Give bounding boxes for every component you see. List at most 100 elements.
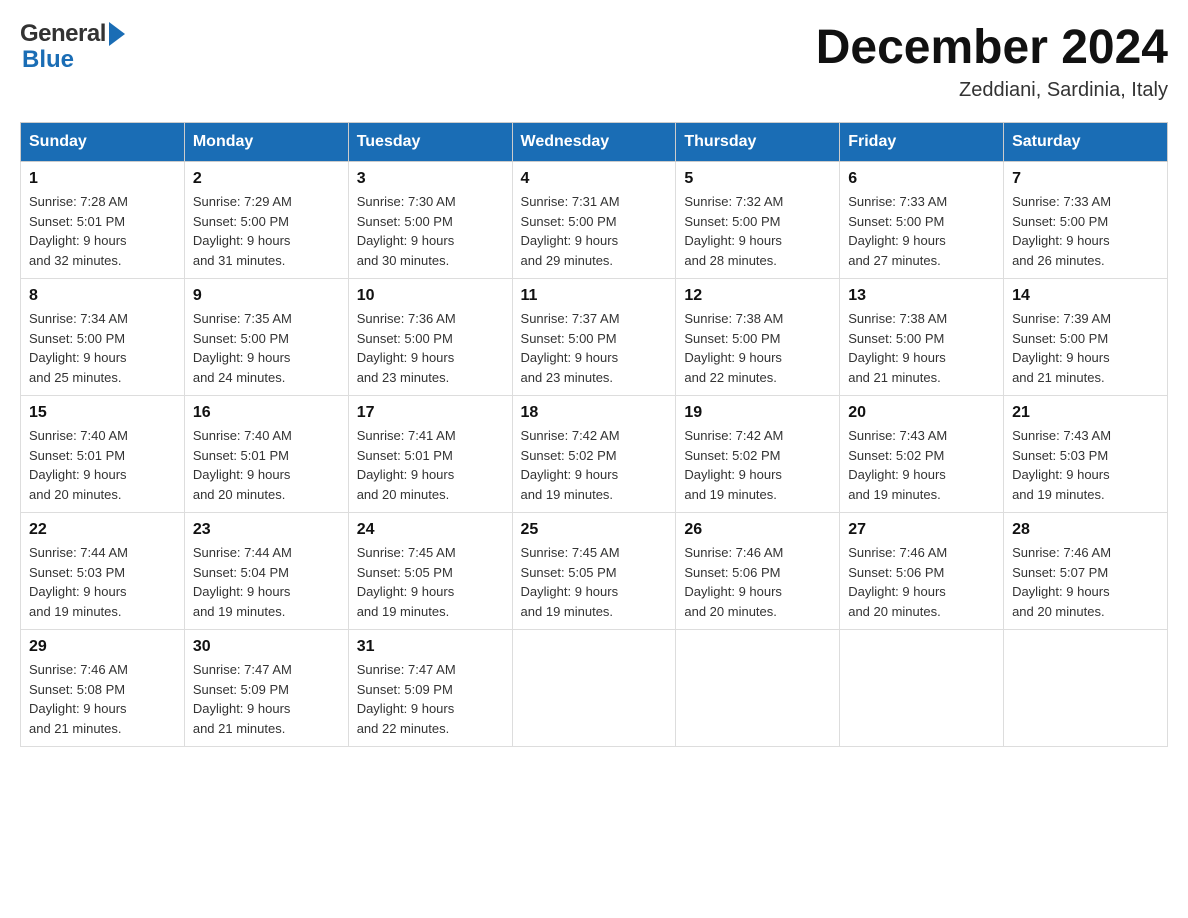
day-info: Sunrise: 7:28 AM Sunset: 5:01 PM Dayligh… (29, 192, 176, 270)
table-row: 20 Sunrise: 7:43 AM Sunset: 5:02 PM Dayl… (840, 396, 1004, 513)
day-info: Sunrise: 7:33 AM Sunset: 5:00 PM Dayligh… (1012, 192, 1159, 270)
day-info: Sunrise: 7:30 AM Sunset: 5:00 PM Dayligh… (357, 192, 504, 270)
day-info: Sunrise: 7:36 AM Sunset: 5:00 PM Dayligh… (357, 309, 504, 387)
calendar-week-row: 22 Sunrise: 7:44 AM Sunset: 5:03 PM Dayl… (21, 513, 1168, 630)
table-row (1004, 630, 1168, 747)
day-number: 31 (357, 638, 504, 656)
table-row: 18 Sunrise: 7:42 AM Sunset: 5:02 PM Dayl… (512, 396, 676, 513)
day-number: 21 (1012, 404, 1159, 422)
day-info: Sunrise: 7:41 AM Sunset: 5:01 PM Dayligh… (357, 426, 504, 504)
table-row: 9 Sunrise: 7:35 AM Sunset: 5:00 PM Dayli… (184, 279, 348, 396)
day-number: 26 (684, 521, 831, 539)
table-row: 30 Sunrise: 7:47 AM Sunset: 5:09 PM Dayl… (184, 630, 348, 747)
day-number: 7 (1012, 170, 1159, 188)
day-info: Sunrise: 7:39 AM Sunset: 5:00 PM Dayligh… (1012, 309, 1159, 387)
day-info: Sunrise: 7:44 AM Sunset: 5:03 PM Dayligh… (29, 543, 176, 621)
day-number: 20 (848, 404, 995, 422)
day-info: Sunrise: 7:37 AM Sunset: 5:00 PM Dayligh… (521, 309, 668, 387)
day-info: Sunrise: 7:40 AM Sunset: 5:01 PM Dayligh… (29, 426, 176, 504)
day-info: Sunrise: 7:29 AM Sunset: 5:00 PM Dayligh… (193, 192, 340, 270)
table-row: 28 Sunrise: 7:46 AM Sunset: 5:07 PM Dayl… (1004, 513, 1168, 630)
day-info: Sunrise: 7:40 AM Sunset: 5:01 PM Dayligh… (193, 426, 340, 504)
day-info: Sunrise: 7:46 AM Sunset: 5:08 PM Dayligh… (29, 660, 176, 738)
logo-arrow-icon (109, 22, 125, 46)
day-info: Sunrise: 7:46 AM Sunset: 5:07 PM Dayligh… (1012, 543, 1159, 621)
calendar-week-row: 29 Sunrise: 7:46 AM Sunset: 5:08 PM Dayl… (21, 630, 1168, 747)
col-friday: Friday (840, 123, 1004, 162)
day-number: 19 (684, 404, 831, 422)
day-number: 9 (193, 287, 340, 305)
table-row: 16 Sunrise: 7:40 AM Sunset: 5:01 PM Dayl… (184, 396, 348, 513)
logo-blue-text: Blue (22, 46, 74, 73)
calendar-table: Sunday Monday Tuesday Wednesday Thursday… (20, 122, 1168, 747)
calendar-week-row: 8 Sunrise: 7:34 AM Sunset: 5:00 PM Dayli… (21, 279, 1168, 396)
table-row: 3 Sunrise: 7:30 AM Sunset: 5:00 PM Dayli… (348, 162, 512, 279)
table-row: 5 Sunrise: 7:32 AM Sunset: 5:00 PM Dayli… (676, 162, 840, 279)
day-number: 28 (1012, 521, 1159, 539)
day-number: 5 (684, 170, 831, 188)
table-row: 14 Sunrise: 7:39 AM Sunset: 5:00 PM Dayl… (1004, 279, 1168, 396)
table-row: 10 Sunrise: 7:36 AM Sunset: 5:00 PM Dayl… (348, 279, 512, 396)
day-number: 6 (848, 170, 995, 188)
table-row: 25 Sunrise: 7:45 AM Sunset: 5:05 PM Dayl… (512, 513, 676, 630)
table-row: 23 Sunrise: 7:44 AM Sunset: 5:04 PM Dayl… (184, 513, 348, 630)
day-number: 2 (193, 170, 340, 188)
table-row: 15 Sunrise: 7:40 AM Sunset: 5:01 PM Dayl… (21, 396, 185, 513)
day-number: 30 (193, 638, 340, 656)
table-row: 8 Sunrise: 7:34 AM Sunset: 5:00 PM Dayli… (21, 279, 185, 396)
table-row (676, 630, 840, 747)
day-number: 25 (521, 521, 668, 539)
day-number: 29 (29, 638, 176, 656)
table-row: 19 Sunrise: 7:42 AM Sunset: 5:02 PM Dayl… (676, 396, 840, 513)
calendar-header-row: Sunday Monday Tuesday Wednesday Thursday… (21, 123, 1168, 162)
day-info: Sunrise: 7:38 AM Sunset: 5:00 PM Dayligh… (684, 309, 831, 387)
table-row: 27 Sunrise: 7:46 AM Sunset: 5:06 PM Dayl… (840, 513, 1004, 630)
day-info: Sunrise: 7:31 AM Sunset: 5:00 PM Dayligh… (521, 192, 668, 270)
col-wednesday: Wednesday (512, 123, 676, 162)
day-number: 3 (357, 170, 504, 188)
day-number: 16 (193, 404, 340, 422)
day-number: 8 (29, 287, 176, 305)
day-number: 1 (29, 170, 176, 188)
day-info: Sunrise: 7:35 AM Sunset: 5:00 PM Dayligh… (193, 309, 340, 387)
logo: General Blue (20, 20, 125, 74)
day-number: 12 (684, 287, 831, 305)
table-row: 7 Sunrise: 7:33 AM Sunset: 5:00 PM Dayli… (1004, 162, 1168, 279)
day-number: 14 (1012, 287, 1159, 305)
page-header: General Blue December 2024 Zeddiani, Sar… (20, 20, 1168, 102)
location-subtitle: Zeddiani, Sardinia, Italy (816, 79, 1168, 102)
table-row: 22 Sunrise: 7:44 AM Sunset: 5:03 PM Dayl… (21, 513, 185, 630)
day-number: 27 (848, 521, 995, 539)
table-row: 12 Sunrise: 7:38 AM Sunset: 5:00 PM Dayl… (676, 279, 840, 396)
day-info: Sunrise: 7:33 AM Sunset: 5:00 PM Dayligh… (848, 192, 995, 270)
calendar-week-row: 1 Sunrise: 7:28 AM Sunset: 5:01 PM Dayli… (21, 162, 1168, 279)
day-info: Sunrise: 7:42 AM Sunset: 5:02 PM Dayligh… (684, 426, 831, 504)
day-number: 22 (29, 521, 176, 539)
day-info: Sunrise: 7:43 AM Sunset: 5:02 PM Dayligh… (848, 426, 995, 504)
day-number: 10 (357, 287, 504, 305)
col-monday: Monday (184, 123, 348, 162)
table-row: 6 Sunrise: 7:33 AM Sunset: 5:00 PM Dayli… (840, 162, 1004, 279)
title-area: December 2024 Zeddiani, Sardinia, Italy (816, 20, 1168, 102)
day-info: Sunrise: 7:46 AM Sunset: 5:06 PM Dayligh… (684, 543, 831, 621)
table-row: 13 Sunrise: 7:38 AM Sunset: 5:00 PM Dayl… (840, 279, 1004, 396)
calendar-week-row: 15 Sunrise: 7:40 AM Sunset: 5:01 PM Dayl… (21, 396, 1168, 513)
table-row: 24 Sunrise: 7:45 AM Sunset: 5:05 PM Dayl… (348, 513, 512, 630)
day-info: Sunrise: 7:45 AM Sunset: 5:05 PM Dayligh… (357, 543, 504, 621)
day-info: Sunrise: 7:45 AM Sunset: 5:05 PM Dayligh… (521, 543, 668, 621)
day-info: Sunrise: 7:42 AM Sunset: 5:02 PM Dayligh… (521, 426, 668, 504)
table-row: 17 Sunrise: 7:41 AM Sunset: 5:01 PM Dayl… (348, 396, 512, 513)
col-thursday: Thursday (676, 123, 840, 162)
table-row (512, 630, 676, 747)
table-row: 11 Sunrise: 7:37 AM Sunset: 5:00 PM Dayl… (512, 279, 676, 396)
table-row: 4 Sunrise: 7:31 AM Sunset: 5:00 PM Dayli… (512, 162, 676, 279)
day-number: 18 (521, 404, 668, 422)
day-info: Sunrise: 7:38 AM Sunset: 5:00 PM Dayligh… (848, 309, 995, 387)
day-info: Sunrise: 7:47 AM Sunset: 5:09 PM Dayligh… (357, 660, 504, 738)
table-row (840, 630, 1004, 747)
day-info: Sunrise: 7:34 AM Sunset: 5:00 PM Dayligh… (29, 309, 176, 387)
day-number: 23 (193, 521, 340, 539)
table-row: 21 Sunrise: 7:43 AM Sunset: 5:03 PM Dayl… (1004, 396, 1168, 513)
day-info: Sunrise: 7:46 AM Sunset: 5:06 PM Dayligh… (848, 543, 995, 621)
table-row: 2 Sunrise: 7:29 AM Sunset: 5:00 PM Dayli… (184, 162, 348, 279)
